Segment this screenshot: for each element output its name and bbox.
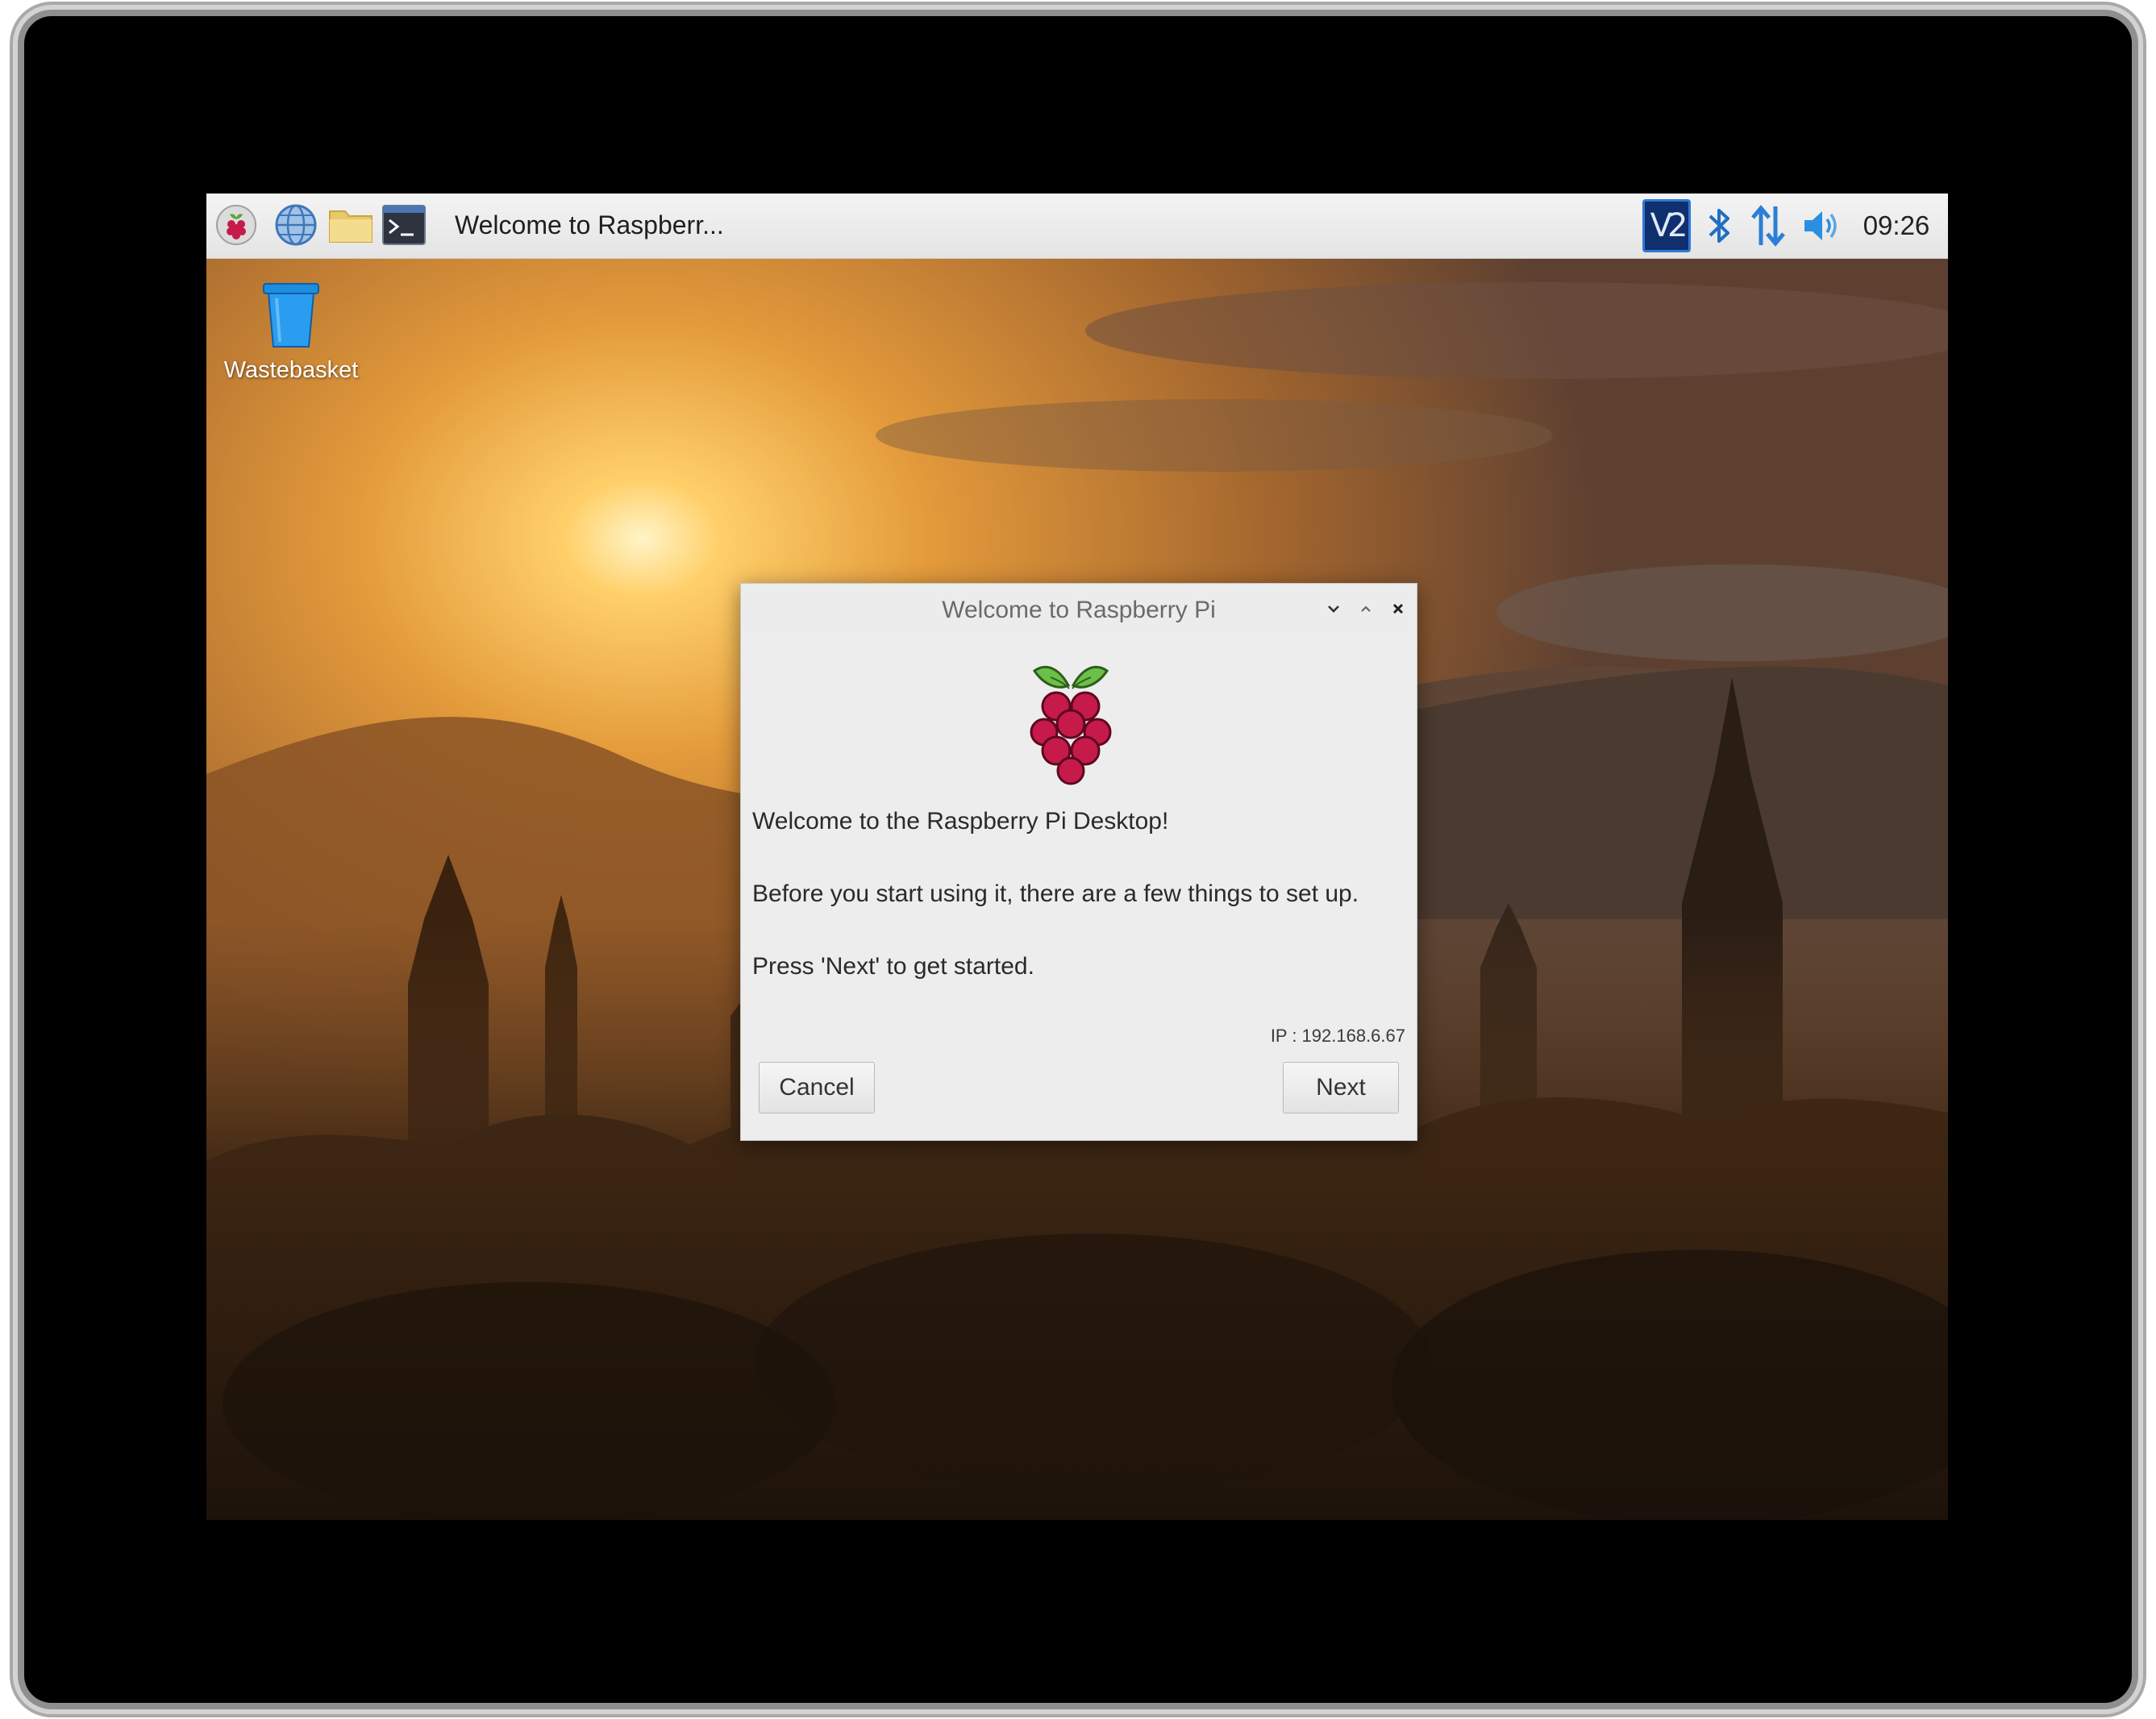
close-icon[interactable] [1386,597,1410,621]
network-arrows-icon[interactable] [1746,200,1790,252]
taskbar: Welcome to Raspberr... V2 09:26 [206,194,1948,259]
clock[interactable]: 09:26 [1859,200,1933,252]
cancel-button[interactable]: Cancel [759,1062,875,1113]
dialog-title: Welcome to Raspberry Pi [942,597,1216,623]
web-browser-globe-icon[interactable] [271,200,321,250]
terminal-icon[interactable] [379,200,429,250]
maximize-icon[interactable] [1354,597,1378,621]
vnc-icon[interactable]: V2 [1642,199,1692,252]
minimize-icon[interactable] [1321,597,1346,621]
volume-icon[interactable] [1800,200,1843,252]
vnc-label: V2 [1642,199,1691,252]
bluetooth-icon[interactable] [1701,200,1737,252]
next-button[interactable]: Next [1283,1062,1399,1113]
file-manager-folder-icon[interactable] [326,200,376,250]
dialog-message-setup: Before you start using it, there are a f… [752,880,1359,907]
desktop-screen: Welcome to Raspberr... V2 09:26 Wastebas… [206,194,1948,1520]
desktop-icon-label: Wastebasket [223,357,359,383]
wastebasket-icon [263,283,319,348]
raspberry-menu-icon[interactable] [211,200,261,250]
ip-address-text: IP : 192.168.6.67 [1270,1026,1405,1046]
taskbar-task-label: Welcome to Raspberr... [455,210,724,239]
desktop-wastebasket[interactable]: Wastebasket [223,281,360,384]
taskbar-task-welcome[interactable]: Welcome to Raspberr... [440,200,724,250]
dialog-message-welcome: Welcome to the Raspberry Pi Desktop! [752,808,1169,835]
welcome-dialog: Welcome to Raspberry Pi Welcome to the R… [740,583,1417,1141]
raspberry-pi-logo [1030,666,1112,785]
dialog-message-next: Press 'Next' to get started. [752,953,1034,980]
dialog-titlebar[interactable]: Welcome to Raspberry Pi [741,584,1417,635]
